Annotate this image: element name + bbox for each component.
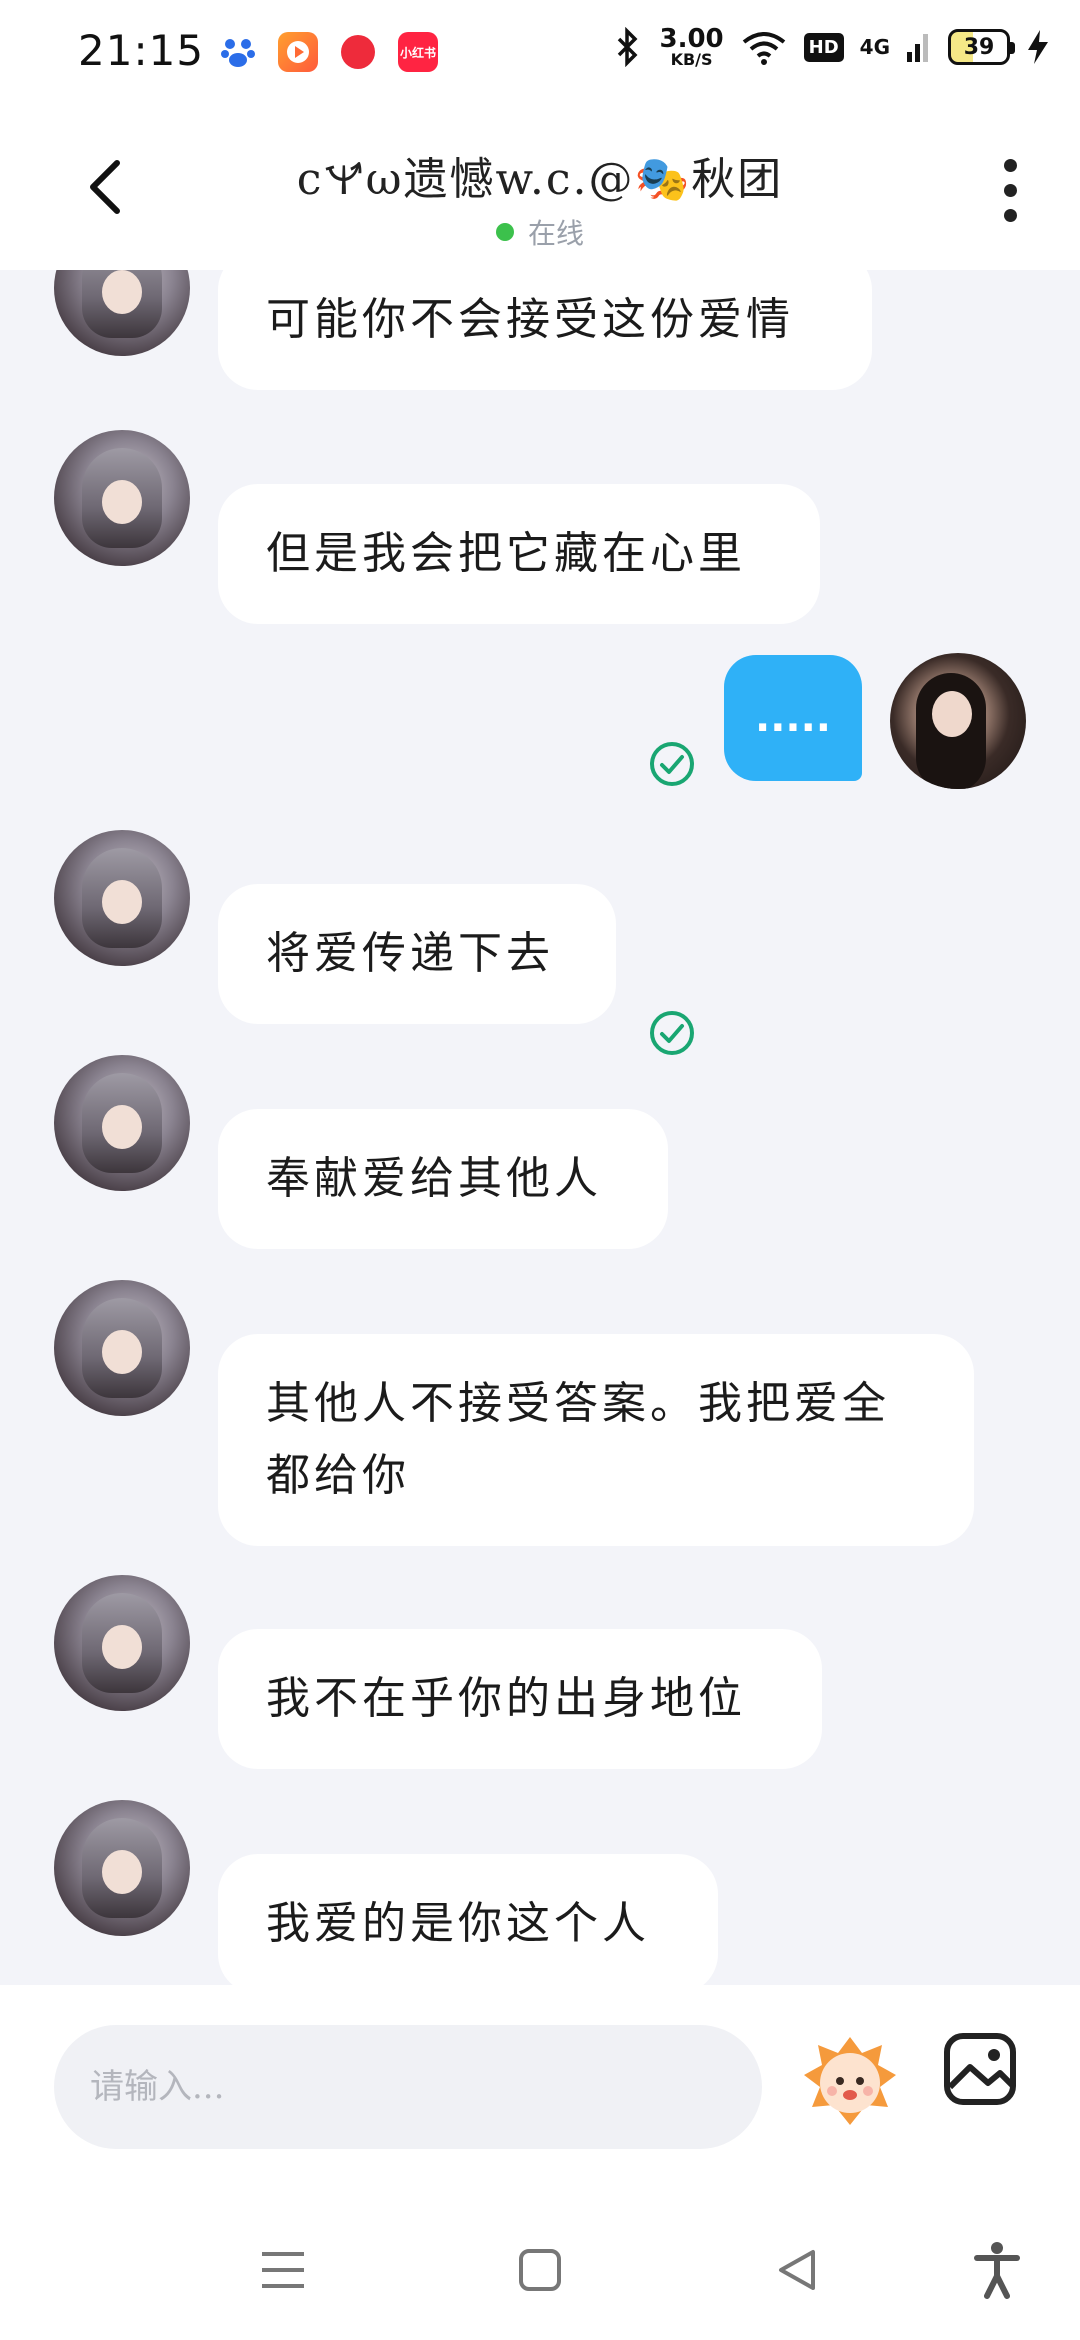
network-type: 4G xyxy=(859,35,890,59)
message-bubble[interactable]: 其他人不接受答案。我把爱全都给你 xyxy=(218,1334,974,1546)
chat-title: c🝤ω遗憾w.c.@🎭秋团 xyxy=(296,154,784,205)
signal-icon xyxy=(907,34,928,62)
wifi-icon xyxy=(742,32,785,65)
charging-bolt-icon xyxy=(1028,30,1048,64)
video-app-icon xyxy=(278,32,318,72)
status-time: 21:15 xyxy=(78,26,205,75)
status-bar: 21:15 小红书 3.00 KB/S HD 4G 39 xyxy=(0,0,1080,100)
back-nav-button[interactable] xyxy=(762,2235,832,2305)
message-input[interactable] xyxy=(54,2025,762,2149)
contact-avatar[interactable] xyxy=(54,430,190,566)
my-message-bubble[interactable]: ..... xyxy=(724,655,862,781)
accessibility-button[interactable] xyxy=(962,2235,1032,2305)
xiaohongshu-icon: 小红书 xyxy=(398,32,438,72)
more-vertical-icon xyxy=(1003,158,1017,172)
contact-avatar[interactable] xyxy=(54,1055,190,1191)
network-speed-value: 3.00 xyxy=(659,24,724,54)
sent-check-icon xyxy=(650,1011,694,1055)
chat-header: c🝤ω遗憾w.c.@🎭秋团 在线 xyxy=(0,100,1080,270)
system-navigation-bar xyxy=(0,2195,1080,2340)
home-square-icon xyxy=(519,2249,561,2291)
message-list[interactable]: 可能你不会接受这份爱情 但是我会把它藏在心里 ..... 将爱传递下去 奉献爱给… xyxy=(0,270,1080,1985)
contact-avatar[interactable] xyxy=(54,1575,190,1711)
contact-avatar[interactable] xyxy=(54,1280,190,1416)
network-speed: 3.00 KB/S xyxy=(659,26,723,68)
back-triangle-icon xyxy=(779,2250,815,2290)
message-row: 可能你不会接受这份爱情 xyxy=(0,270,1080,420)
more-options-button[interactable] xyxy=(980,150,1040,230)
contact-avatar[interactable] xyxy=(54,270,190,356)
message-row: 但是我会把它藏在心里 xyxy=(0,430,1080,630)
message-bubble[interactable]: 可能你不会接受这份爱情 xyxy=(218,270,872,390)
sticker-icon xyxy=(804,2037,896,2125)
message-bubble[interactable]: 我爱的是你这个人 xyxy=(218,1854,718,1985)
my-avatar[interactable] xyxy=(890,653,1026,789)
menu-icon xyxy=(262,2252,304,2288)
accessibility-icon xyxy=(974,2242,1020,2299)
home-button[interactable] xyxy=(505,2235,575,2305)
system-icons: 3.00 KB/S HD 4G 39 xyxy=(613,26,1050,68)
battery-indicator: 39 xyxy=(948,29,1015,65)
message-bubble[interactable]: 奉献爱给其他人 xyxy=(218,1109,668,1249)
sent-check-icon xyxy=(650,742,694,786)
battery-level: 39 xyxy=(963,34,995,60)
record-app-icon xyxy=(338,32,378,72)
network-speed-unit: KB/S xyxy=(670,50,713,69)
notification-icons: 小红书 xyxy=(218,32,438,72)
online-status: 在线 xyxy=(0,212,1080,252)
bluetooth-icon xyxy=(618,27,638,67)
menu-button[interactable] xyxy=(248,2235,318,2305)
contact-avatar[interactable] xyxy=(54,830,190,966)
image-icon xyxy=(944,2033,1016,2105)
hd-badge: HD xyxy=(803,32,844,62)
message-bubble[interactable]: 但是我会把它藏在心里 xyxy=(218,484,820,624)
message-bubble[interactable]: 将爱传递下去 xyxy=(218,884,616,1024)
message-bubble[interactable]: 我不在乎你的出身地位 xyxy=(218,1629,822,1769)
online-dot xyxy=(495,223,514,241)
baidu-paw-icon xyxy=(218,32,258,72)
sticker-button[interactable] xyxy=(800,2031,900,2131)
image-button[interactable] xyxy=(942,2031,1018,2107)
online-label: 在线 xyxy=(527,217,584,250)
contact-avatar[interactable] xyxy=(54,1800,190,1936)
composer-bar xyxy=(0,1985,1080,2195)
